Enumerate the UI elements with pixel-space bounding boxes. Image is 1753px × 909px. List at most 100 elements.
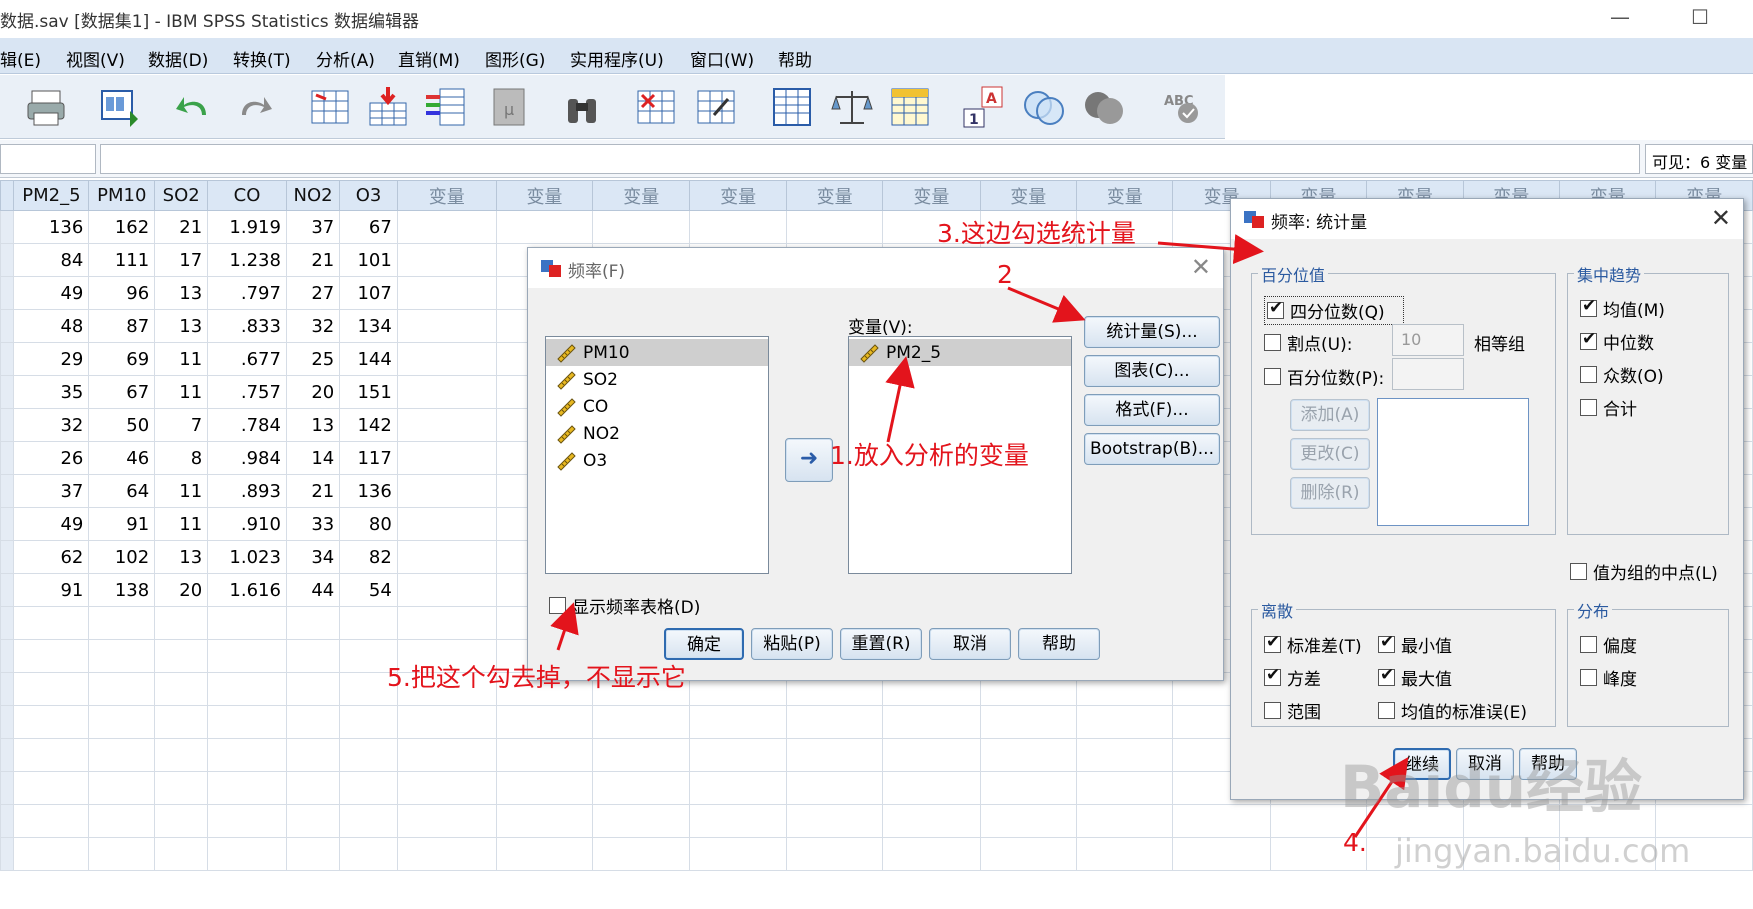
row-number[interactable] xyxy=(0,309,15,343)
table-cell[interactable] xyxy=(1075,837,1174,871)
table-cell[interactable] xyxy=(339,705,398,739)
checkbox-box[interactable] xyxy=(1580,366,1597,383)
table-cell[interactable] xyxy=(339,606,398,640)
checkbox-box[interactable] xyxy=(1264,665,1281,686)
table-cell[interactable] xyxy=(689,804,787,838)
table-cell[interactable]: 29 xyxy=(13,342,90,376)
mode-checkbox[interactable]: 众数(O) xyxy=(1580,362,1664,387)
table-cell[interactable] xyxy=(396,210,497,244)
row-number[interactable] xyxy=(0,837,15,871)
menu-transform[interactable]: 转换(T) xyxy=(233,46,291,71)
percentile-list[interactable] xyxy=(1377,398,1529,526)
table-cell[interactable] xyxy=(13,837,90,871)
help-button[interactable]: 帮助 xyxy=(1018,628,1100,660)
weight-cases-icon[interactable] xyxy=(830,85,874,129)
table-cell[interactable] xyxy=(285,606,341,640)
table-cell[interactable]: 134 xyxy=(339,309,398,343)
table-cell[interactable]: 138 xyxy=(88,573,156,607)
column-header[interactable]: NO2 xyxy=(285,180,341,211)
quartiles-checkbox[interactable]: 四分位数(Q) xyxy=(1264,296,1404,325)
row-number[interactable] xyxy=(0,804,15,838)
table-cell[interactable] xyxy=(339,804,398,838)
checkbox-box[interactable] xyxy=(1264,334,1281,351)
cancel-button[interactable]: 取消 xyxy=(929,628,1011,660)
table-cell[interactable] xyxy=(285,639,341,673)
select-cases-icon[interactable] xyxy=(888,85,932,129)
table-cell[interactable]: 49 xyxy=(13,507,90,541)
print-icon[interactable] xyxy=(24,85,68,129)
table-cell[interactable] xyxy=(689,837,787,871)
table-cell[interactable]: 34 xyxy=(285,540,341,574)
table-cell[interactable] xyxy=(592,705,691,739)
table-cell[interactable]: 11 xyxy=(154,375,209,409)
table-cell[interactable] xyxy=(396,573,497,607)
table-cell[interactable] xyxy=(13,672,90,706)
bootstrap-button[interactable]: Bootstrap(B)... xyxy=(1084,433,1220,465)
table-cell[interactable]: 84 xyxy=(13,243,90,277)
checkbox-box[interactable] xyxy=(1580,296,1597,317)
table-cell[interactable] xyxy=(154,639,209,673)
table-cell[interactable]: 49 xyxy=(13,276,90,310)
table-cell[interactable]: 1.919 xyxy=(207,210,287,244)
row-number[interactable] xyxy=(0,606,15,640)
table-cell[interactable] xyxy=(689,705,787,739)
table-cell[interactable] xyxy=(592,804,691,838)
table-cell[interactable] xyxy=(207,705,287,739)
redo-icon[interactable] xyxy=(232,85,276,129)
table-cell[interactable] xyxy=(495,804,594,838)
skewness-checkbox[interactable]: 偏度 xyxy=(1580,632,1637,657)
table-cell[interactable]: 44 xyxy=(285,573,341,607)
table-cell[interactable] xyxy=(396,375,497,409)
table-cell[interactable]: 96 xyxy=(88,276,156,310)
table-cell[interactable] xyxy=(979,738,1078,772)
table-cell[interactable] xyxy=(495,837,594,871)
table-cell[interactable] xyxy=(396,837,497,871)
table-cell[interactable]: 54 xyxy=(339,573,398,607)
row-number[interactable] xyxy=(0,738,15,772)
paste-button[interactable]: 粘贴(P) xyxy=(751,628,833,660)
table-cell[interactable]: 21 xyxy=(285,474,341,508)
range-checkbox[interactable]: 范围 xyxy=(1264,698,1321,723)
checkbox-box[interactable] xyxy=(1580,329,1597,350)
list-item[interactable]: PM2_5 xyxy=(849,339,1071,366)
row-number[interactable] xyxy=(0,408,15,442)
spell-check-icon[interactable]: ABC xyxy=(1160,85,1204,129)
table-cell[interactable]: 107 xyxy=(339,276,398,310)
table-cell[interactable] xyxy=(13,705,90,739)
insert-cases-icon[interactable] xyxy=(634,85,678,129)
table-cell[interactable] xyxy=(13,606,90,640)
table-cell[interactable]: .677 xyxy=(207,342,287,376)
table-cell[interactable] xyxy=(396,507,497,541)
column-header[interactable]: 变量 xyxy=(495,180,594,211)
row-number[interactable] xyxy=(0,540,15,574)
list-item[interactable]: SO2 xyxy=(546,366,768,393)
table-cell[interactable] xyxy=(495,210,594,244)
table-cell[interactable] xyxy=(207,837,287,871)
checkbox-box[interactable] xyxy=(1264,702,1281,719)
table-cell[interactable]: 1.023 xyxy=(207,540,287,574)
table-cell[interactable] xyxy=(592,771,691,805)
menu-window[interactable]: 窗口(W) xyxy=(690,46,754,71)
goto-variable-icon[interactable] xyxy=(366,85,410,129)
table-cell[interactable] xyxy=(396,474,497,508)
table-cell[interactable] xyxy=(396,606,497,640)
table-cell[interactable] xyxy=(207,738,287,772)
column-header[interactable]: O3 xyxy=(339,180,398,211)
table-cell[interactable] xyxy=(154,837,209,871)
table-cell[interactable]: 11 xyxy=(154,507,209,541)
table-cell[interactable]: 7 xyxy=(154,408,209,442)
row-number[interactable] xyxy=(0,210,15,244)
table-cell[interactable]: 64 xyxy=(88,474,156,508)
table-cell[interactable]: 13 xyxy=(285,408,341,442)
table-cell[interactable]: .784 xyxy=(207,408,287,442)
row-number[interactable] xyxy=(0,705,15,739)
table-cell[interactable] xyxy=(882,771,981,805)
table-cell[interactable] xyxy=(495,771,594,805)
table-cell[interactable] xyxy=(207,804,287,838)
change-percentile-button[interactable]: 更改(C) xyxy=(1290,438,1370,470)
table-cell[interactable] xyxy=(979,804,1078,838)
table-cell[interactable] xyxy=(495,705,594,739)
close-icon[interactable]: ✕ xyxy=(1191,253,1211,281)
menu-graphs[interactable]: 图形(G) xyxy=(485,46,545,71)
ok-button[interactable]: 确定 xyxy=(664,628,744,660)
